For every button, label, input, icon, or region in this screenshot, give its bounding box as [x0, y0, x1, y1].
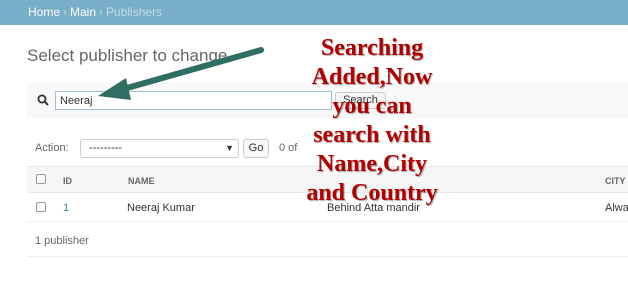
annotation-line: search with	[313, 122, 431, 148]
column-header-city[interactable]: CITY	[605, 176, 626, 186]
search-icon	[37, 94, 49, 106]
breadcrumb: Home › Main › Publishers	[0, 0, 628, 25]
column-header-name[interactable]: NAME	[128, 176, 155, 186]
annotation-line: Added,Now	[311, 64, 433, 90]
select-all-checkbox[interactable]	[36, 174, 46, 184]
annotation-callout: Searching Added,Now you can search with …	[284, 34, 460, 208]
breadcrumb-main-link[interactable]: Main	[70, 5, 96, 19]
breadcrumb-separator: ›	[63, 5, 68, 19]
annotation-line: and Country	[306, 180, 438, 206]
action-label: Action:	[35, 142, 69, 154]
divider	[27, 256, 628, 257]
action-select-value: ---------	[89, 142, 122, 154]
publisher-id-link[interactable]: 1	[63, 202, 69, 214]
annotation-line: Name,City	[317, 151, 427, 177]
publisher-city-cell: Alwa	[605, 202, 628, 214]
publisher-name-cell: Neeraj Kumar	[127, 202, 195, 214]
result-count: 1 publisher	[35, 235, 89, 247]
breadcrumb-current: Publishers	[106, 5, 163, 19]
caret-down-icon: ▼	[225, 143, 234, 153]
page-title: Select publisher to change	[27, 46, 228, 65]
breadcrumb-home-link[interactable]: Home	[28, 5, 60, 19]
breadcrumb-separator: ›	[99, 5, 104, 19]
annotation-line: you can	[332, 93, 412, 119]
go-button[interactable]: Go	[243, 139, 269, 158]
row-select-checkbox[interactable]	[36, 202, 46, 212]
column-header-id[interactable]: ID	[63, 176, 72, 186]
action-select[interactable]: --------- ▼	[80, 139, 239, 158]
annotation-line: Searching	[320, 35, 424, 61]
